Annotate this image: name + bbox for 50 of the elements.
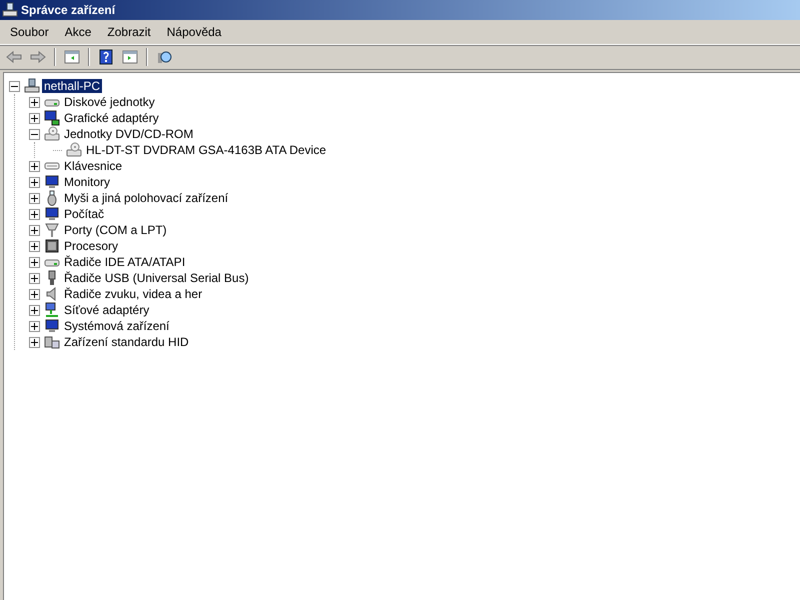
tree-item[interactable]: Porty (COM a LPT) [62,223,169,237]
tree-item[interactable]: Myši a jiná polohovací zařízení [62,191,230,205]
window-title: Správce zařízení [21,3,116,17]
tree-item[interactable]: Jednotky DVD/CD-ROM [62,127,196,141]
tree-item[interactable]: Systémová zařízení [62,319,172,333]
tree-item[interactable]: Monitory [62,175,112,189]
menu-item[interactable]: Zobrazit [99,25,159,39]
collapse-button[interactable] [9,80,20,92]
tree-item[interactable]: Počítač [62,207,106,221]
tree-item[interactable]: Grafické adaptéry [62,111,161,125]
computer-icon [24,78,40,94]
tree-item[interactable]: Zařízení standardu HID [62,335,191,349]
menu-item[interactable]: Soubor [2,25,57,39]
expand-button[interactable] [29,288,40,300]
tree-item[interactable]: Řadiče USB (Universal Serial Bus) [62,271,251,285]
expand-button[interactable] [29,96,40,108]
monitor-icon [44,318,60,334]
display-adapter-icon [44,110,60,126]
expand-button[interactable] [29,192,40,204]
network-icon [44,302,60,318]
expand-button[interactable] [29,256,40,268]
tree-item[interactable]: Řadiče zvuku, videa a her [62,287,204,301]
optical-drive-icon [66,142,82,158]
monitor-icon [44,206,60,222]
expand-button[interactable] [29,304,40,316]
tree-item[interactable]: Řadiče IDE ATA/ATAPI [62,255,188,269]
computer-icon [2,2,18,18]
tree-item[interactable]: HL-DT-ST DVDRAM GSA-4163B ATA Device [84,143,328,157]
expand-button[interactable] [29,160,40,172]
collapse-button[interactable] [29,128,40,140]
expand-button[interactable] [29,112,40,124]
menu-item[interactable]: Nápověda [158,25,230,39]
expand-button[interactable] [29,272,40,284]
optical-drive-icon [44,126,60,142]
tree-item[interactable]: Diskové jednotky [62,95,157,109]
expand-button[interactable] [29,176,40,188]
port-icon [44,222,60,238]
monitor-icon [44,174,60,190]
expand-button[interactable] [29,208,40,220]
input-device-icon [44,334,60,350]
processor-icon [44,238,60,254]
expand-button[interactable] [29,320,40,332]
expand-button[interactable] [29,240,40,252]
tree-item[interactable]: Síťové adaptéry [62,303,152,317]
expand-button[interactable] [29,224,40,236]
tree-item[interactable]: nethall-PC [42,79,102,93]
tree-item[interactable]: Procesory [62,239,120,253]
expand-button[interactable] [29,336,40,348]
menu-item[interactable]: Akce [56,25,100,39]
tree-item[interactable]: Klávesnice [62,159,124,173]
